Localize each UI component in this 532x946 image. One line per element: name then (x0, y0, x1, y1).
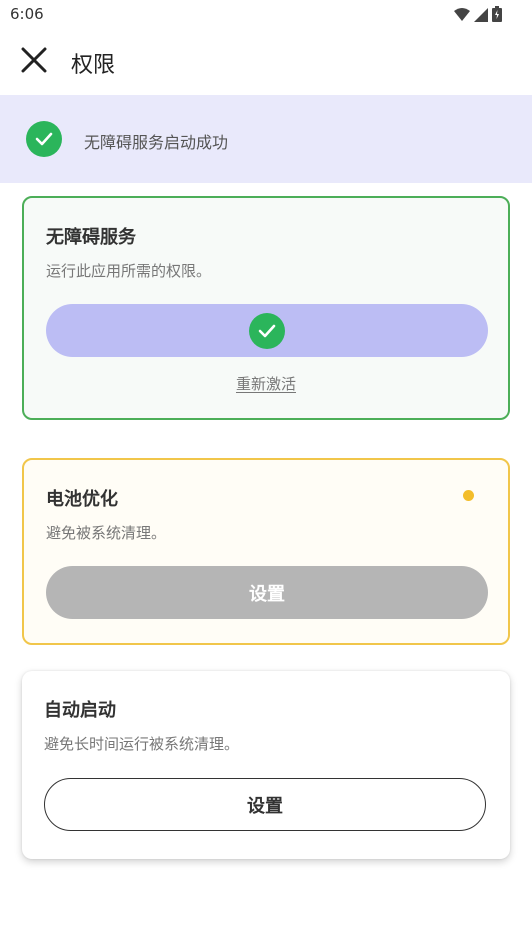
autostart-settings-button[interactable]: 设置 (44, 778, 486, 831)
accessibility-status-button[interactable] (46, 304, 488, 357)
autostart-card: 自动启动 避免长时间运行被系统清理。 设置 (22, 671, 510, 859)
card-title: 电池优化 (46, 489, 118, 510)
banner-message: 无障碍服务启动成功 (84, 133, 229, 152)
reactivate-link-row: 重新激活 (24, 373, 508, 394)
page-title: 权限 (71, 53, 116, 78)
warning-dot-icon (463, 490, 474, 501)
close-button[interactable] (14, 42, 54, 82)
check-circle-icon (26, 121, 62, 157)
battery-icon (492, 6, 502, 26)
card-description: 运行此应用所需的权限。 (46, 262, 212, 280)
status-icons (454, 6, 502, 26)
app-bar: 权限 (0, 30, 532, 94)
success-banner: 无障碍服务启动成功 (0, 95, 532, 183)
signal-icon (474, 7, 488, 26)
status-bar: 6:06 (0, 0, 532, 30)
card-description: 避免长时间运行被系统清理。 (44, 735, 240, 753)
wifi-icon (454, 7, 470, 26)
status-time: 6:06 (10, 5, 44, 23)
reactivate-link[interactable]: 重新激活 (236, 375, 296, 393)
card-description: 避免被系统清理。 (46, 524, 167, 542)
card-title: 无障碍服务 (46, 227, 136, 248)
check-circle-icon (249, 312, 285, 349)
battery-optimization-card: 电池优化 避免被系统清理。 设置 (22, 458, 510, 645)
battery-settings-button[interactable]: 设置 (46, 566, 488, 619)
close-icon (21, 47, 47, 77)
card-title: 自动启动 (44, 700, 116, 721)
accessibility-card: 无障碍服务 运行此应用所需的权限。 重新激活 (22, 196, 510, 420)
